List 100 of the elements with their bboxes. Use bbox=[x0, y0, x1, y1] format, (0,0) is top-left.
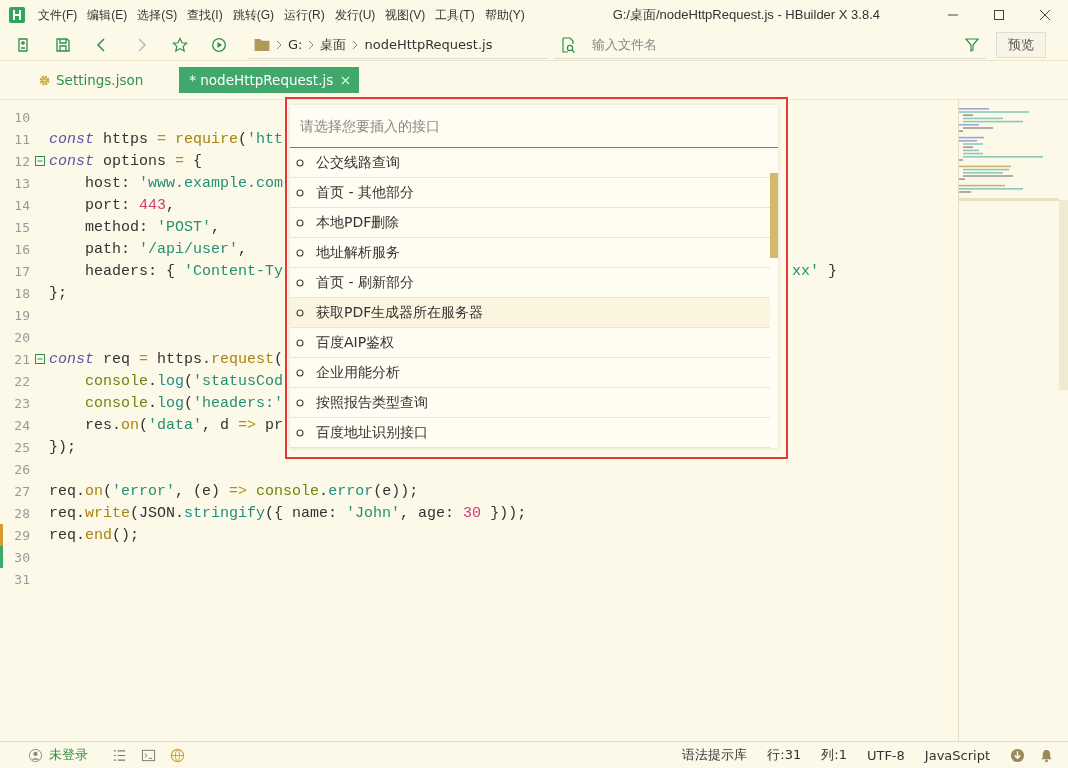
line-number: 27 bbox=[13, 483, 30, 499]
line-number: 30 bbox=[13, 549, 30, 565]
menu-item[interactable]: 发行(U) bbox=[334, 6, 376, 24]
line-number: 13 bbox=[13, 175, 30, 191]
login-status[interactable]: 未登录 bbox=[49, 746, 88, 764]
folder-icon bbox=[254, 38, 270, 51]
app-logo-icon bbox=[9, 7, 25, 23]
line-number: 18 bbox=[13, 285, 30, 301]
bullet-icon bbox=[296, 218, 304, 227]
api-list-item[interactable]: 百度地址识别接口 bbox=[290, 418, 770, 448]
menu-item[interactable]: 视图(V) bbox=[385, 6, 426, 24]
breadcrumb-item[interactable]: nodeHttpRequest.js bbox=[364, 37, 493, 52]
bell-icon[interactable] bbox=[1039, 747, 1054, 763]
line-number: 14 bbox=[13, 197, 30, 213]
fold-icon[interactable] bbox=[34, 156, 45, 166]
api-list-item[interactable]: 企业用能分析 bbox=[290, 358, 770, 388]
menu-item[interactable]: 运行(R) bbox=[284, 6, 325, 24]
chevron-icon bbox=[276, 39, 282, 50]
menu-item[interactable]: 帮助(Y) bbox=[484, 6, 525, 24]
line-position[interactable]: 行:31 bbox=[767, 746, 802, 764]
save-icon[interactable] bbox=[55, 37, 71, 53]
fold-icon[interactable] bbox=[34, 354, 45, 364]
run-icon[interactable] bbox=[211, 37, 227, 53]
line-number: 15 bbox=[13, 219, 30, 235]
gear-icon bbox=[38, 73, 51, 87]
code-text: req.write(JSON.stringify({ name: 'John', age: 30 })); bbox=[49, 504, 527, 522]
api-list-item[interactable]: 按照报告类型查询 bbox=[290, 388, 770, 418]
preview-button[interactable]: 预览 bbox=[996, 32, 1046, 58]
terminal-icon[interactable] bbox=[141, 747, 156, 763]
globe-icon[interactable] bbox=[170, 747, 185, 763]
line-number: 20 bbox=[13, 329, 30, 345]
tab-label: * nodeHttpRequest.js bbox=[189, 72, 334, 88]
bullet-icon bbox=[296, 338, 304, 347]
breadcrumb-item[interactable]: 桌面 bbox=[320, 35, 347, 54]
line-number: 26 bbox=[13, 461, 30, 477]
star-icon[interactable] bbox=[172, 37, 188, 53]
code-text: headers: { 'Content-Ty bbox=[84, 262, 284, 280]
menu-item[interactable]: 工具(T) bbox=[435, 6, 475, 24]
api-list-item[interactable]: 获取PDF生成器所在服务器 bbox=[290, 298, 770, 328]
code-text: req.on('error', (e) => console.error(e)); bbox=[49, 482, 419, 500]
chevron-icon bbox=[308, 39, 315, 50]
bullet-icon bbox=[296, 278, 304, 287]
search-icon bbox=[560, 36, 576, 53]
bullet-icon bbox=[296, 398, 304, 407]
api-list-item[interactable]: 地址解析服务 bbox=[290, 238, 770, 268]
code-text: console.log('headers:' bbox=[84, 394, 284, 412]
line-number: 17 bbox=[13, 263, 30, 279]
code-text: const https = require('htt bbox=[49, 130, 284, 148]
scrollbar-thumb[interactable] bbox=[1059, 200, 1068, 390]
menu-item[interactable]: 跳转(G) bbox=[232, 6, 274, 24]
code-text: }); bbox=[49, 438, 76, 456]
line-number: 21 bbox=[13, 351, 30, 367]
code-text: const req = https.request( bbox=[49, 350, 284, 368]
api-list-item[interactable]: 本地PDF删除 bbox=[290, 208, 770, 238]
api-list-item[interactable]: 百度AIP鉴权 bbox=[290, 328, 770, 358]
filter-icon[interactable] bbox=[964, 36, 980, 53]
line-number: 31 bbox=[13, 571, 30, 587]
menu-item[interactable]: 选择(S) bbox=[137, 6, 178, 24]
line-number: 10 bbox=[13, 109, 30, 125]
bullet-icon bbox=[296, 368, 304, 377]
line-number: 23 bbox=[13, 395, 30, 411]
bullet-icon bbox=[296, 158, 304, 167]
api-search-field[interactable]: 请选择您要插入的接口 bbox=[290, 105, 778, 148]
code-text: path: '/api/user', bbox=[84, 240, 248, 258]
file-search-field[interactable]: 输入文件名 bbox=[554, 31, 986, 59]
minimap-drawing[interactable] bbox=[959, 106, 1059, 202]
line-number: 24 bbox=[13, 417, 30, 433]
code-text: port: 443, bbox=[84, 196, 176, 214]
column-position[interactable]: 列:1 bbox=[821, 746, 847, 764]
code-text: xx' } bbox=[792, 262, 838, 280]
code-text: }; bbox=[49, 284, 67, 302]
scrollbar-thumb[interactable] bbox=[770, 173, 778, 258]
encoding-label[interactable]: UTF-8 bbox=[866, 747, 905, 763]
window-title: G:/桌面/nodeHttpRequest.js - HBuilder X 3.8.4 bbox=[612, 6, 880, 24]
bullet-icon bbox=[296, 308, 304, 317]
tab-label: Settings.json bbox=[56, 72, 144, 88]
line-number: 28 bbox=[13, 505, 30, 521]
line-number: 19 bbox=[13, 307, 30, 323]
chevron-icon bbox=[352, 39, 359, 50]
code-text: method: 'POST', bbox=[84, 218, 221, 236]
editor-tab[interactable]: Settings.json bbox=[30, 67, 152, 93]
code-text: console.log('statusCod bbox=[84, 372, 284, 390]
list-icon[interactable] bbox=[112, 747, 127, 763]
api-list-item[interactable]: 首页 - 其他部分 bbox=[290, 178, 770, 208]
code-text: res.on('data', d => pr bbox=[84, 416, 284, 434]
syntax-library-link[interactable]: 语法提示库 bbox=[682, 746, 748, 764]
language-label[interactable]: JavaScript bbox=[924, 747, 990, 763]
bullet-icon bbox=[296, 428, 304, 437]
menu-item[interactable]: 查找(I) bbox=[187, 6, 223, 24]
line-number: 29 bbox=[13, 527, 30, 543]
code-text: host: 'www.example.com bbox=[84, 174, 284, 192]
menu-item[interactable]: 文件(F) bbox=[38, 6, 78, 24]
menu-item[interactable]: 编辑(E) bbox=[87, 6, 128, 24]
download-icon[interactable] bbox=[1010, 747, 1025, 763]
line-number: 22 bbox=[13, 373, 30, 389]
file-search-input[interactable]: 输入文件名 bbox=[590, 36, 950, 53]
user-icon[interactable] bbox=[28, 747, 43, 763]
api-list-item[interactable]: 公交线路查询 bbox=[290, 148, 770, 178]
line-number: 25 bbox=[13, 439, 30, 455]
breadcrumb-item[interactable]: G: bbox=[288, 37, 303, 52]
